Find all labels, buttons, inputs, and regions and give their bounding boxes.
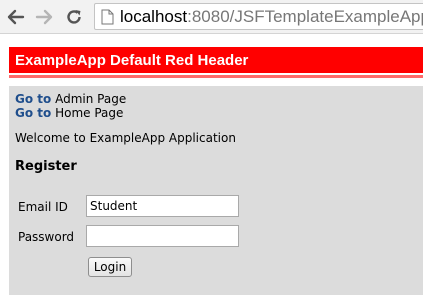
url-text: localhost:8080/JSFTemplateExampleApp/ <box>120 6 423 28</box>
admin-link-row: Go to Admin Page <box>15 92 126 106</box>
home-link-row: Go to Home Page <box>15 106 123 120</box>
password-label: Password <box>18 230 75 244</box>
home-page-link[interactable]: Go to <box>15 106 51 120</box>
password-field[interactable] <box>86 225 239 247</box>
admin-page-label: Admin Page <box>55 92 127 106</box>
login-button[interactable]: Login <box>88 257 132 277</box>
url-host: localhost <box>120 7 188 26</box>
admin-page-link[interactable]: Go to <box>15 92 51 106</box>
reload-icon[interactable] <box>63 6 85 28</box>
page-icon <box>101 9 114 25</box>
home-page-label: Home Page <box>55 106 124 120</box>
email-field[interactable] <box>86 195 239 217</box>
browser-toolbar: localhost:8080/JSFTemplateExampleApp/ <box>0 0 423 34</box>
back-arrow-icon[interactable] <box>5 6 27 28</box>
welcome-text: Welcome to ExampleApp Application <box>15 131 236 145</box>
app-header: ExampleApp Default Red Header <box>9 47 423 75</box>
header-title: ExampleApp Default Red Header <box>15 52 249 69</box>
address-bar[interactable]: localhost:8080/JSFTemplateExampleApp/ <box>94 3 423 30</box>
content-panel: Go to Admin Page Go to Home Page Welcome… <box>9 86 423 295</box>
url-path: :8080/JSFTemplateExampleApp/ <box>187 7 423 26</box>
email-label: Email ID <box>18 200 68 214</box>
register-title: Register <box>15 159 77 174</box>
forward-arrow-icon[interactable] <box>33 6 55 28</box>
